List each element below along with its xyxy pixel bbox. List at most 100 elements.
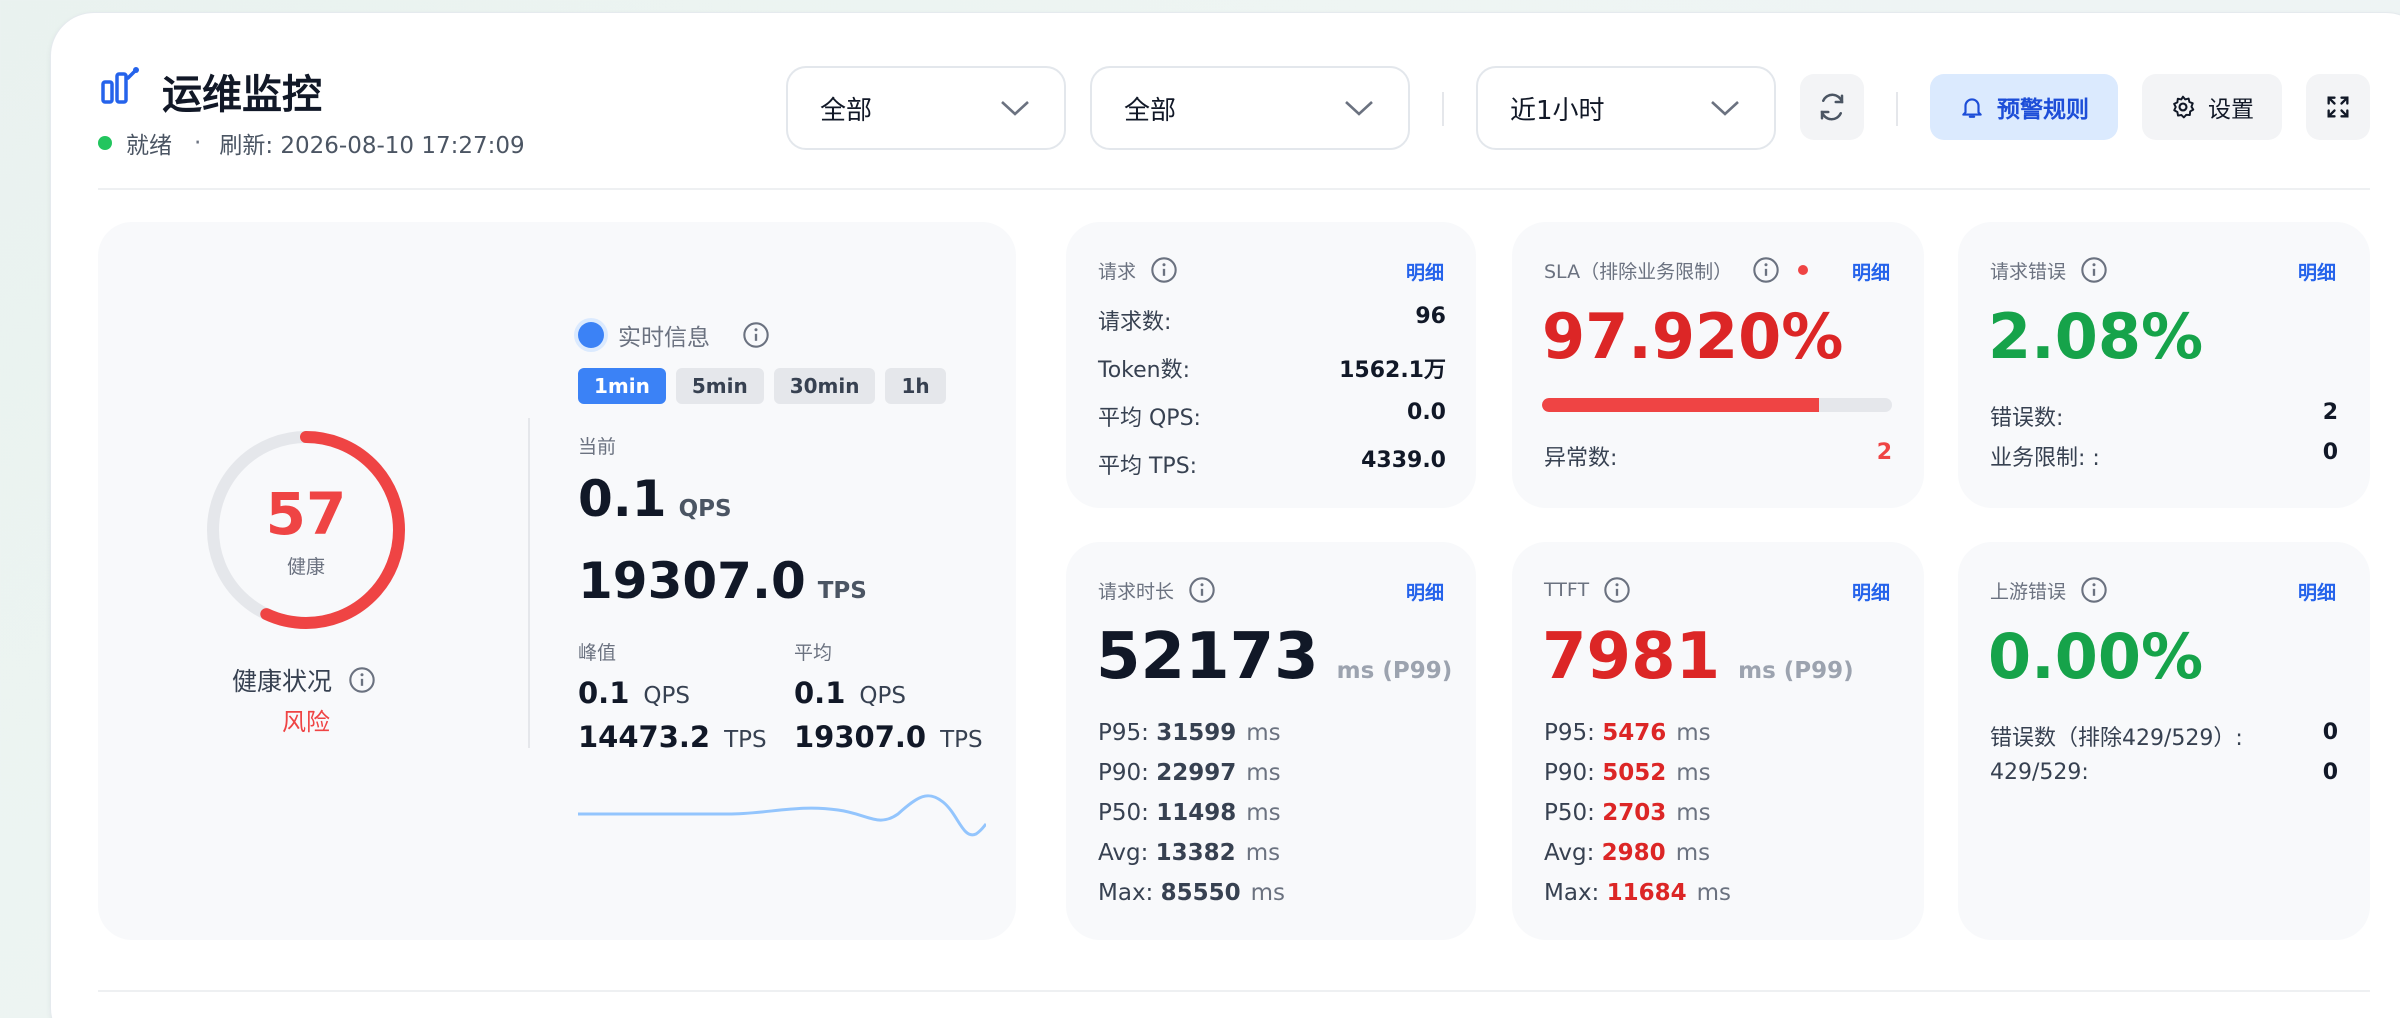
current-qps: 0.1 QPS — [578, 470, 732, 528]
info-icon[interactable] — [348, 666, 376, 694]
request-errors-title: 请求错误 — [1990, 256, 2108, 284]
info-icon[interactable] — [1603, 576, 1631, 604]
tab-5min[interactable]: 5min — [675, 368, 764, 404]
sla-detail-link[interactable]: 明细 — [1852, 258, 1890, 285]
row-value: 5052 — [1602, 760, 1667, 786]
kv-value: 0.0 — [1407, 400, 1446, 425]
kv-label: 异常数: — [1544, 446, 1618, 471]
duration-title-text: 请求时长 — [1098, 580, 1175, 603]
tps-unit: TPS — [817, 578, 867, 604]
bottom-divider — [98, 990, 2370, 992]
duration-p99-unit: ms (P99) — [1336, 658, 1453, 684]
ttft-detail-link[interactable]: 明细 — [1852, 578, 1890, 605]
tab-1h[interactable]: 1h — [885, 368, 946, 404]
upstream-errors-row: 429/529: 0 — [1990, 760, 2338, 785]
duration-row: P90: 22997 ms — [1098, 760, 1281, 786]
time-range-select[interactable]: 近1小时 — [1476, 66, 1776, 150]
alert-rules-button[interactable]: 预警规则 — [1930, 74, 2118, 140]
row-value: 11684 — [1606, 880, 1687, 906]
kv-label: 请求数: — [1098, 310, 1172, 335]
requests-row: 平均 TPS: 4339.0 — [1098, 448, 1446, 480]
row-unit: ms — [1676, 800, 1711, 826]
ttft-row: Avg: 2980 ms — [1544, 840, 1710, 866]
kv-label: 业务限制: : — [1990, 446, 2100, 471]
duration-row: P50: 11498 ms — [1098, 800, 1281, 826]
info-icon[interactable] — [1150, 256, 1178, 284]
request-errors-title-text: 请求错误 — [1990, 260, 2067, 283]
kv-value: 1562.1万 — [1339, 358, 1446, 383]
ttft-row: Max: 11684 ms — [1544, 880, 1731, 906]
health-score-label: 健康 — [286, 556, 325, 578]
request-errors-detail-link[interactable]: 明细 — [2298, 258, 2336, 285]
kv-value: 0 — [2322, 720, 2338, 745]
refresh-button[interactable] — [1800, 74, 1864, 140]
info-icon[interactable] — [2080, 256, 2108, 284]
time-range-value: 近1小时 — [1510, 95, 1605, 126]
fullscreen-button[interactable] — [2306, 74, 2370, 140]
health-status-label: 健康状况 — [232, 667, 333, 696]
realtime-header: 实时信息 — [576, 318, 770, 352]
settings-button[interactable]: 设置 — [2142, 74, 2282, 140]
row-label: P95: — [1098, 720, 1149, 746]
request-errors-row: 业务限制: : 0 — [1990, 440, 2338, 472]
sla-progress-bar — [1542, 398, 1892, 412]
kv-value: 4339.0 — [1361, 448, 1446, 473]
info-icon[interactable] — [742, 321, 770, 349]
row-unit: ms — [1676, 760, 1711, 786]
row-value: 22997 — [1156, 760, 1237, 786]
ttft-row: P50: 2703 ms — [1544, 800, 1711, 826]
tab-1min[interactable]: 1min — [578, 368, 666, 404]
upstream-errors-detail-link[interactable]: 明细 — [2298, 578, 2336, 605]
row-label: P90: — [1544, 760, 1595, 786]
tab-30min[interactable]: 30min — [773, 368, 876, 404]
refresh-icon — [1820, 93, 1844, 121]
chart-logo-icon — [101, 67, 139, 104]
upstream-errors-title-text: 上游错误 — [1990, 580, 2067, 603]
info-icon[interactable] — [1188, 576, 1216, 604]
peak-qps: 0.1 QPS — [578, 676, 690, 710]
realtime-sparkline — [578, 794, 986, 837]
kv-value: 2 — [2322, 400, 2338, 425]
filter-select-1[interactable]: 全部 — [786, 66, 1066, 150]
avg-tps: 19307.0 TPS — [794, 720, 983, 754]
qps-unit: QPS — [859, 683, 906, 709]
row-value: 2703 — [1602, 800, 1667, 826]
qps-unit: QPS — [643, 683, 690, 709]
duration-detail-link[interactable]: 明细 — [1406, 578, 1444, 605]
row-unit: ms — [1245, 840, 1281, 866]
row-unit: ms — [1675, 840, 1711, 866]
realtime-tabs: 1min 5min 30min 1h — [578, 368, 946, 404]
health-status-title: 健康状况 — [232, 662, 376, 698]
alert-rules-label: 预警规则 — [1997, 97, 2089, 123]
row-label: P95: — [1544, 720, 1595, 746]
health-score: 57 — [265, 480, 347, 548]
upstream-errors-title: 上游错误 — [1990, 576, 2108, 604]
kv-label: 平均 QPS: — [1098, 406, 1201, 431]
request-errors-row: 错误数: 2 — [1990, 400, 2338, 432]
filter-select-1-value: 全部 — [820, 95, 873, 126]
row-unit: ms — [1246, 720, 1281, 746]
bell-icon — [1962, 98, 1982, 118]
info-icon[interactable] — [1752, 256, 1780, 284]
tps-unit: TPS — [724, 727, 767, 753]
header-divider — [98, 188, 2370, 190]
requests-detail-link[interactable]: 明细 — [1406, 258, 1444, 285]
sla-value: 97.920% — [1542, 300, 1844, 373]
status-separator: · — [194, 130, 202, 156]
avg-label: 平均 — [794, 642, 833, 664]
filter-select-2-value: 全部 — [1124, 95, 1177, 126]
row-label: Avg: — [1098, 840, 1149, 866]
chevron-down-icon — [1345, 101, 1373, 116]
ttft-p99-value: 7981 — [1542, 620, 1721, 694]
row-label: Max: — [1098, 880, 1154, 906]
request-errors-value: 2.08% — [1988, 300, 2204, 373]
duration-p99: 52173 ms (P99) — [1096, 620, 1452, 694]
page-title: 运维监控 — [162, 72, 322, 118]
filter-select-2[interactable]: 全部 — [1090, 66, 1410, 150]
info-icon[interactable] — [2080, 576, 2108, 604]
refresh-time: 刷新: 2026-08-10 17:27:09 — [219, 133, 525, 159]
kv-value: 0 — [2322, 440, 2338, 465]
realtime-dot — [578, 322, 604, 348]
row-unit: ms — [1246, 760, 1281, 786]
status-dot — [98, 136, 112, 150]
